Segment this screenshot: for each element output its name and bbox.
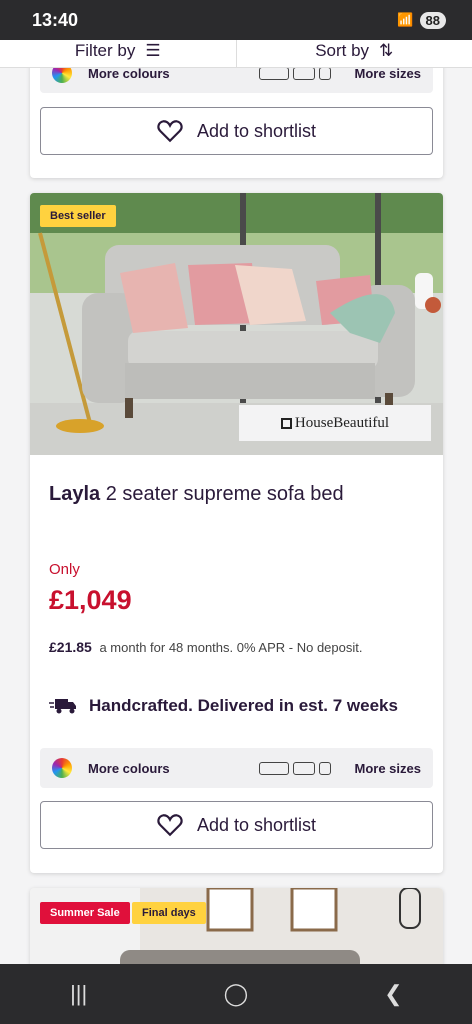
colour-wheel-icon <box>52 68 72 83</box>
sort-label: Sort by <box>315 40 370 60</box>
product-card[interactable]: Best seller HouseBeautiful Layla 2 seate… <box>30 193 443 873</box>
heart-icon <box>157 814 183 837</box>
product-price: £1,049 <box>49 585 132 615</box>
home-icon[interactable]: ◯ <box>206 981 266 1007</box>
finance-terms: a month for 48 months. 0% APR - No depos… <box>99 640 363 655</box>
housebeautiful-logo: HouseBeautiful <box>239 405 431 441</box>
status-bar: 13:40 📶 88 <box>0 0 472 40</box>
shortlist-label: Add to shortlist <box>196 120 317 141</box>
product-name-bold: Layla <box>49 483 101 505</box>
footstool-size-icon <box>318 761 331 775</box>
chair-size-icon <box>292 761 315 775</box>
more-sizes-link[interactable]: More sizes <box>355 68 421 81</box>
heart-icon <box>157 120 183 143</box>
size-icons <box>258 68 331 80</box>
summer-sale-badge: Summer Sale <box>40 902 130 924</box>
product-feed[interactable]: More colours More sizes Add to shortlist <box>0 68 472 964</box>
sort-icon: ⇅ <box>379 40 394 60</box>
status-time: 13:40 <box>32 9 79 30</box>
sofa-size-icon <box>258 761 289 775</box>
delivery-info: Handcrafted. Delivered in est. 7 weeks <box>49 696 398 716</box>
more-colours-link[interactable]: More colours <box>88 761 170 776</box>
product-card-next[interactable]: Summer Sale Final days <box>30 888 443 964</box>
product-image[interactable]: Best seller HouseBeautiful <box>30 193 443 455</box>
shortlist-label: Add to shortlist <box>196 814 317 835</box>
recent-apps-icon[interactable]: ||| <box>49 981 109 1007</box>
product-title[interactable]: Layla 2 seater supreme sofa bed <box>49 483 344 506</box>
next-product-image <box>30 888 443 964</box>
price-prefix: Only <box>49 561 80 578</box>
back-icon[interactable]: ❮ <box>363 981 423 1007</box>
finance-info: £21.85 a month for 48 months. 0% APR - N… <box>49 639 362 655</box>
delivery-truck-icon <box>49 699 76 714</box>
footstool-size-icon <box>318 68 331 80</box>
sofa-size-icon <box>258 68 289 80</box>
more-sizes-link[interactable]: More sizes <box>355 761 421 776</box>
more-colours-link[interactable]: More colours <box>88 68 170 81</box>
filter-label: Filter by <box>74 40 136 60</box>
battery-indicator: 88 <box>419 11 446 29</box>
housebeautiful-logo-icon <box>280 417 292 429</box>
filter-icon: ☰ <box>145 40 161 60</box>
wifi-icon: 📶 <box>397 12 414 27</box>
size-icons <box>258 761 331 775</box>
best-seller-badge: Best seller <box>40 205 116 227</box>
product-name-rest: 2 seater supreme sofa bed <box>100 483 344 505</box>
options-row: More colours More sizes <box>40 748 433 788</box>
final-days-badge: Final days <box>132 902 206 924</box>
housebeautiful-logo-text: HouseBeautiful <box>294 414 390 431</box>
finance-amount: £21.85 <box>49 639 92 655</box>
status-icons: 📶 88 <box>397 11 446 29</box>
system-nav-bar: ||| ◯ ❮ <box>0 964 472 1024</box>
product-card-previous: More colours More sizes Add to shortlist <box>30 68 443 178</box>
add-to-shortlist-button[interactable]: Add to shortlist <box>40 801 433 849</box>
chair-size-icon <box>292 68 315 80</box>
delivery-text: Handcrafted. Delivered in est. 7 weeks <box>89 696 398 715</box>
colour-wheel-icon <box>52 758 72 778</box>
options-row: More colours More sizes <box>40 68 433 93</box>
add-to-shortlist-button[interactable]: Add to shortlist <box>40 107 433 155</box>
